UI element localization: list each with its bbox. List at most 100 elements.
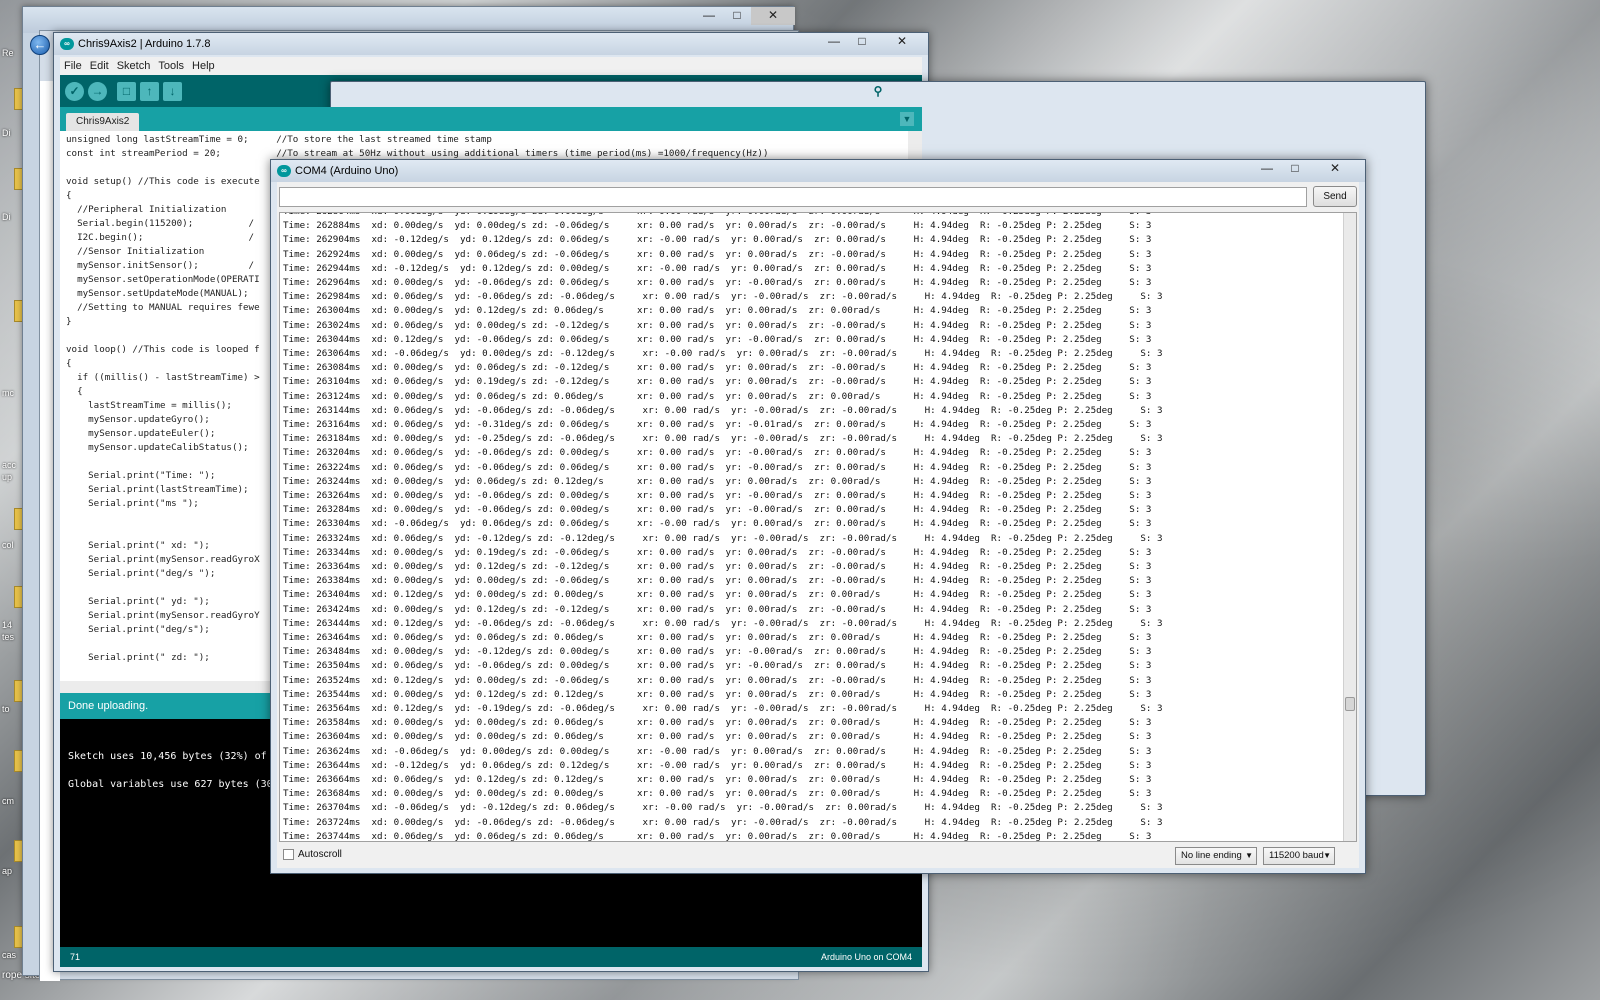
desktop-icon-label[interactable]: Di bbox=[2, 128, 11, 138]
serial-output-line: Time: 263724ms xd: 0.00deg/s yd: -0.06de… bbox=[283, 816, 1163, 828]
desktop-icon-label[interactable]: Re bbox=[2, 48, 14, 58]
tab-menu-chevron-down-icon[interactable]: ▼ bbox=[900, 112, 914, 126]
open-upload-icon[interactable]: ↑ bbox=[140, 81, 159, 101]
code-line: if ((millis() - lastStreamTime) > bbox=[66, 372, 260, 383]
serial-output[interactable]: Time: 263744ms xd: 0.06deg/s yd: 0.06deg… bbox=[279, 212, 1357, 842]
save-download-icon[interactable]: ↓ bbox=[163, 81, 182, 101]
serial-monitor-window[interactable]: ∞ COM4 (Arduino Uno) — □ ✕ Send Time: 26… bbox=[270, 159, 1366, 874]
chevron-down-icon: ▼ bbox=[1323, 851, 1331, 860]
autoscroll-checkbox[interactable] bbox=[283, 849, 294, 860]
serial-output-line: Time: 263664ms xd: 0.06deg/s yd: 0.12deg… bbox=[283, 774, 1152, 785]
serial-window-title: COM4 (Arduino Uno) bbox=[295, 165, 399, 177]
ide-toolbar: ✓ → □ ↑ ↓ ⚲ bbox=[60, 75, 1426, 796]
code-line: mySensor.initSensor(); / bbox=[66, 260, 255, 271]
code-line: unsigned long lastStreamTime = 0; //To s… bbox=[66, 134, 492, 145]
serial-output-line: Time: 262984ms xd: 0.06deg/s yd: -0.06de… bbox=[283, 291, 1163, 303]
menu-file[interactable]: File bbox=[60, 60, 86, 72]
code-line: Serial.print(" yd: "); bbox=[66, 596, 210, 607]
close-icon[interactable]: ✕ bbox=[751, 7, 795, 25]
new-file-icon[interactable]: □ bbox=[117, 81, 136, 101]
tab-sketch[interactable]: Chris9Axis2 bbox=[66, 113, 140, 131]
serial-output-line: Time: 262924ms xd: 0.00deg/s yd: 0.06deg… bbox=[283, 248, 1152, 260]
serial-output-line: Time: 263584ms xd: 0.00deg/s yd: 0.00deg… bbox=[283, 717, 1152, 729]
ide-window-title: Chris9Axis2 | Arduino 1.7.8 bbox=[78, 38, 211, 50]
desktop-icon-label[interactable]: col bbox=[2, 540, 14, 550]
maximize-icon[interactable]: □ bbox=[1281, 160, 1309, 178]
verify-check-icon[interactable]: ✓ bbox=[65, 81, 84, 101]
autoscroll-toggle[interactable]: Autoscroll bbox=[283, 849, 342, 860]
console-line: Global variables use 627 bytes (30%) bbox=[68, 779, 285, 790]
desktop-icon-label[interactable]: to bbox=[2, 704, 10, 714]
serial-output-line: Time: 262864ms xd: 0.00deg/s yd: 0.19deg… bbox=[283, 213, 1151, 219]
scrollbar-thumb[interactable] bbox=[1345, 697, 1355, 711]
serial-output-line: Time: 263384ms xd: 0.00deg/s yd: 0.00deg… bbox=[283, 575, 1152, 587]
ide-menubar: File Edit Sketch Tools Help bbox=[60, 57, 922, 75]
code-line: Serial.print(mySensor.readGyroY bbox=[66, 610, 260, 621]
code-line: mySensor.updateGyro(); bbox=[66, 414, 210, 425]
serial-output-line: Time: 263284ms xd: 0.00deg/s yd: -0.06de… bbox=[283, 504, 1152, 516]
output-vertical-scrollbar[interactable] bbox=[1343, 213, 1356, 841]
serial-output-line: Time: 262904ms xd: -0.12deg/s yd: 0.12de… bbox=[283, 234, 1152, 246]
line-ending-select[interactable]: No line ending ▼ bbox=[1175, 847, 1257, 865]
minimize-icon[interactable]: — bbox=[1253, 160, 1281, 178]
serial-output-line: Time: 263404ms xd: 0.12deg/s yd: 0.00deg… bbox=[283, 589, 1152, 601]
desktop-icon-label[interactable]: mc bbox=[2, 388, 14, 398]
chevron-down-icon: ▼ bbox=[1245, 851, 1253, 860]
serial-output-line: Time: 263124ms xd: 0.00deg/s yd: 0.06deg… bbox=[283, 390, 1152, 402]
serial-output-line: Time: 263364ms xd: 0.00deg/s yd: 0.12deg… bbox=[283, 561, 1152, 572]
serial-output-line: Time: 263164ms xd: 0.06deg/s yd: -0.31de… bbox=[283, 419, 1152, 430]
serial-output-line: Time: 262964ms xd: 0.00deg/s yd: -0.06de… bbox=[283, 277, 1152, 288]
serial-output-line: Time: 263084ms xd: 0.00deg/s yd: 0.06deg… bbox=[283, 362, 1152, 374]
send-button[interactable]: Send bbox=[1313, 186, 1357, 207]
baud-rate-select[interactable]: 115200 baud ▼ bbox=[1263, 847, 1335, 865]
serial-output-line: Time: 263424ms xd: 0.00deg/s yd: 0.12deg… bbox=[283, 603, 1152, 615]
menu-sketch[interactable]: Sketch bbox=[113, 60, 155, 72]
baud-rate-value: 115200 baud bbox=[1269, 850, 1324, 861]
desktop-icon-label[interactable]: up bbox=[2, 472, 12, 482]
code-line: Serial.print(" xd: "); bbox=[66, 540, 210, 551]
serial-output-line: Time: 263744ms xd: 0.06deg/s yd: 0.06deg… bbox=[283, 830, 1152, 842]
code-line: I2C.begin(); / bbox=[66, 232, 255, 243]
close-icon[interactable]: ✕ bbox=[1309, 160, 1361, 178]
serial-body: Send Time: 263744ms xd: 0.06deg/s yd: 0.… bbox=[277, 182, 1359, 868]
code-line: //Sensor Initialization bbox=[66, 246, 205, 257]
serial-output-line: Time: 263704ms xd: -0.06deg/s yd: -0.12d… bbox=[283, 802, 1163, 814]
desktop-icon-label[interactable]: Di bbox=[2, 212, 11, 222]
code-line: Serial.begin(115200); / bbox=[66, 218, 255, 229]
serial-output-line: Time: 262944ms xd: -0.12deg/s yd: 0.12de… bbox=[283, 262, 1152, 274]
serial-output-line: Time: 263044ms xd: 0.12deg/s yd: -0.06de… bbox=[283, 333, 1152, 345]
board-port-label: Arduino Uno on COM4 bbox=[820, 952, 912, 962]
ide-titlebar[interactable]: ∞ Chris9Axis2 | Arduino 1.7.8 — □ ✕ bbox=[54, 33, 928, 55]
code-line: lastStreamTime = millis(); bbox=[66, 400, 232, 411]
serial-output-line: Time: 263064ms xd: -0.06deg/s yd: 0.00de… bbox=[283, 348, 1163, 359]
serial-titlebar[interactable]: ∞ COM4 (Arduino Uno) — □ ✕ bbox=[271, 160, 1365, 182]
back-arrow-icon[interactable]: ← bbox=[30, 35, 50, 55]
menu-tools[interactable]: Tools bbox=[154, 60, 188, 72]
minimize-icon[interactable]: — bbox=[695, 7, 723, 25]
code-line: Serial.print(mySensor.readGyroX bbox=[66, 554, 260, 565]
ide-caption-buttons: — □ ✕ bbox=[820, 33, 928, 51]
upload-arrow-icon[interactable]: → bbox=[88, 81, 107, 101]
desktop-icon-label[interactable]: cm bbox=[2, 796, 14, 806]
code-line: void loop() //This code is looped f bbox=[66, 344, 260, 355]
close-icon[interactable]: ✕ bbox=[876, 33, 928, 51]
desktop-icon-label[interactable]: cas bbox=[2, 950, 16, 960]
code-line: mySensor.setUpdateMode(MANUAL); bbox=[66, 288, 249, 299]
desktop-icon-label[interactable]: 14 bbox=[2, 620, 12, 630]
serial-output-line: Time: 262884ms xd: 0.00deg/s yd: 0.00deg… bbox=[283, 220, 1152, 232]
serial-output-line: Time: 263004ms xd: 0.00deg/s yd: 0.12deg… bbox=[283, 305, 1152, 317]
line-ending-value: No line ending bbox=[1181, 850, 1242, 861]
serial-send-input[interactable] bbox=[279, 187, 1307, 207]
minimize-icon[interactable]: — bbox=[820, 33, 848, 51]
maximize-icon[interactable]: □ bbox=[848, 33, 876, 51]
code-line: { bbox=[66, 386, 83, 397]
desktop-icon-label[interactable]: acc bbox=[2, 460, 16, 470]
desktop-icon-label[interactable]: ap bbox=[2, 866, 12, 876]
desktop-icon-label[interactable]: tes bbox=[2, 632, 14, 642]
serial-output-line: Time: 263264ms xd: 0.00deg/s yd: -0.06de… bbox=[283, 490, 1152, 501]
menu-help[interactable]: Help bbox=[188, 60, 219, 72]
serial-output-line: Time: 263544ms xd: 0.00deg/s yd: 0.12deg… bbox=[283, 688, 1152, 700]
menu-edit[interactable]: Edit bbox=[86, 60, 113, 72]
maximize-icon[interactable]: □ bbox=[723, 7, 751, 25]
desktop-icon-strip: Re Di Di mc acc up col 14 tes to cm ap cas bbox=[0, 0, 24, 1000]
